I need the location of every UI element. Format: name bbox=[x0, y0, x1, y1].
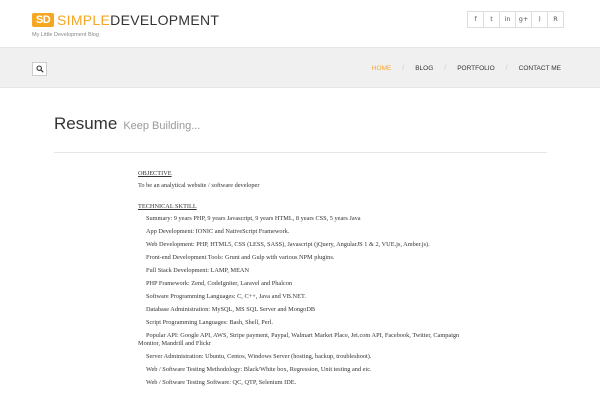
nav-separator: / bbox=[505, 65, 508, 72]
nav-item-portfolio[interactable]: PORTFOLIO bbox=[451, 65, 500, 72]
title-divider bbox=[54, 152, 547, 153]
resume-content: OBJECTIVE To be an analytical website / … bbox=[138, 170, 468, 392]
logo-text: SIMPLEDEVELOPMENT bbox=[57, 12, 219, 28]
skills-heading: TECHNICAL SKTILL bbox=[138, 203, 197, 210]
logo-mark: SD bbox=[32, 13, 54, 27]
facebook-icon[interactable]: f bbox=[467, 11, 484, 28]
nav-item-contact-me[interactable]: CONTACT ME bbox=[513, 65, 567, 72]
skill-item: Web / Software Testing Software: QC, QTP… bbox=[146, 379, 297, 386]
skill-item: Popular API: Google API, AWS, Stripe pay… bbox=[138, 332, 460, 347]
skill-item: Front-end Development Tools: Grunt and G… bbox=[146, 254, 335, 261]
site-header: SD SIMPLEDEVELOPMENT My Little Developme… bbox=[0, 0, 600, 46]
site-logo[interactable]: SD SIMPLEDEVELOPMENT bbox=[32, 12, 219, 28]
twitter-icon[interactable]: t bbox=[483, 11, 500, 28]
nav-separator: / bbox=[444, 65, 447, 72]
objective-heading: OBJECTIVE bbox=[138, 170, 172, 177]
nav-menu: HOME / BLOG / PORTFOLIO / CONTACT ME bbox=[366, 65, 567, 72]
skill-item: Database Administration: MySQL, MS SQL S… bbox=[146, 306, 316, 313]
linkedin-icon[interactable]: in bbox=[499, 11, 516, 28]
rss-icon[interactable]: ) bbox=[531, 11, 548, 28]
search-button[interactable] bbox=[32, 62, 47, 76]
nav-item-blog[interactable]: BLOG bbox=[409, 65, 439, 72]
skill-item: Web / Software Testing Methodology: Blac… bbox=[146, 366, 372, 373]
nav-separator: / bbox=[402, 65, 405, 72]
skill-item: Server Administration: Ubuntu, Centos, W… bbox=[146, 353, 372, 360]
page-title-row: Resume Keep Building... bbox=[54, 114, 200, 134]
search-icon bbox=[36, 65, 44, 73]
page-title: Resume bbox=[54, 114, 118, 133]
objective-text: To be an analytical website / software d… bbox=[138, 182, 260, 189]
social-links: f t in g+ ) R bbox=[467, 11, 564, 28]
skill-item: App Development: IONIC and NativeScript … bbox=[146, 228, 290, 235]
main-navbar: HOME / BLOG / PORTFOLIO / CONTACT ME bbox=[0, 47, 600, 88]
page-subtitle: Keep Building... bbox=[123, 120, 201, 132]
resume-icon[interactable]: R bbox=[547, 11, 564, 28]
logo-text-simple: SIMPLE bbox=[57, 12, 111, 28]
skill-item: Script Programming Languages: Bash, Shel… bbox=[146, 319, 273, 326]
skill-item: Summary: 9 years PHP, 9 years Javascript… bbox=[146, 215, 361, 222]
site-tagline: My Little Development Blog bbox=[32, 32, 99, 38]
skill-item: Full Stack Development: LAMP, MEAN bbox=[146, 267, 250, 274]
skill-item: PHP Framework: Zend, CodeIgniter, Larave… bbox=[146, 280, 293, 287]
google-plus-icon[interactable]: g+ bbox=[515, 11, 532, 28]
skill-item: Web Development: PHP, HTML5, CSS (LESS, … bbox=[146, 241, 430, 248]
nav-item-home[interactable]: HOME bbox=[366, 65, 398, 72]
skill-item: Software Programming Languages: C, C++, … bbox=[146, 293, 306, 300]
logo-text-development: DEVELOPMENT bbox=[110, 12, 220, 28]
